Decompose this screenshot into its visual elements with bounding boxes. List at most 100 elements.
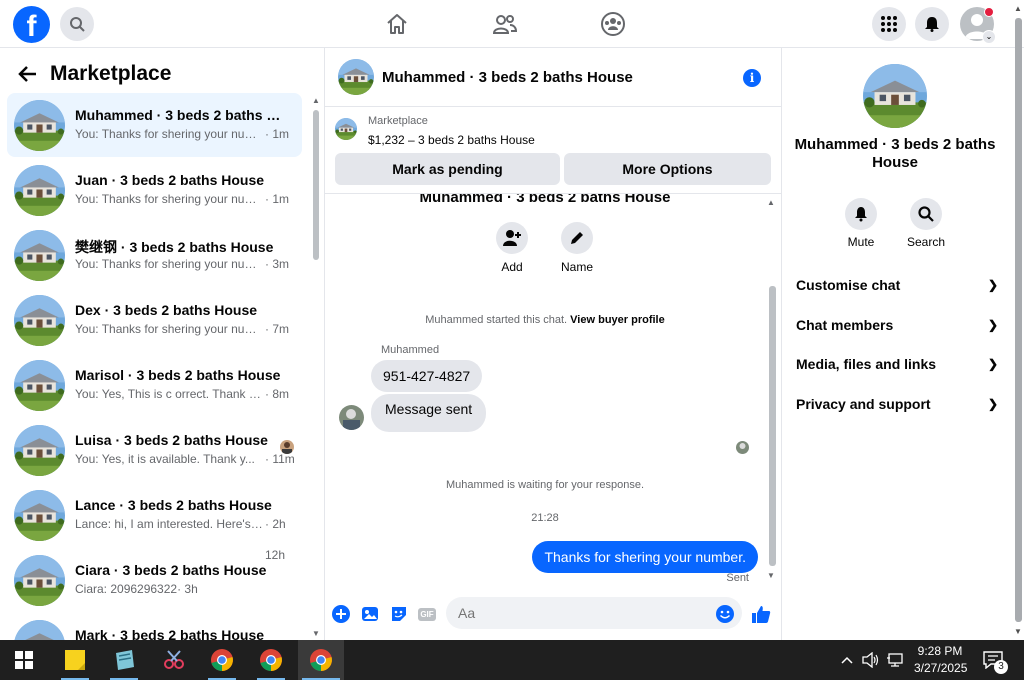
- add-person-icon: [496, 222, 528, 254]
- conversation-item[interactable]: Dex · 3 beds 2 baths House You: Thanks f…: [7, 288, 302, 352]
- seen-avatar: [736, 441, 749, 454]
- conversation-scrollbar[interactable]: ▲ ▼: [311, 96, 321, 638]
- conversation-preview: You: Yes, it is available. Thank y...: [75, 452, 255, 466]
- view-buyer-profile-link[interactable]: View buyer profile: [570, 314, 665, 326]
- privacy-support-row[interactable]: Privacy and support ❯: [796, 392, 998, 416]
- listing-thumbnail: [14, 555, 65, 606]
- search-label: Search: [906, 235, 946, 249]
- back-arrow-icon[interactable]: [18, 64, 38, 84]
- chevron-down-icon[interactable]: ⌄: [982, 30, 996, 44]
- chevron-down-icon: ❯: [987, 397, 998, 411]
- notifications-bell-icon[interactable]: [915, 7, 949, 41]
- marketplace-header: Marketplace: [18, 62, 171, 86]
- seen-avatar: [280, 440, 294, 454]
- message-input[interactable]: [446, 597, 742, 629]
- conversation-item[interactable]: Juan · 3 beds 2 baths House You: Thanks …: [7, 158, 302, 222]
- network-icon[interactable]: [884, 640, 906, 680]
- conversation-item[interactable]: Luisa · 3 beds 2 baths House You: Yes, i…: [7, 418, 302, 482]
- groups-icon[interactable]: [599, 10, 627, 38]
- conversation-name: Muhammed · 3 beds 2 baths House: [75, 107, 287, 123]
- conversation-time: · 1m: [265, 192, 289, 206]
- page-scrollbar[interactable]: ▲ ▼: [1012, 4, 1024, 636]
- snipping-tool-icon[interactable]: [154, 640, 194, 680]
- conversation-item[interactable]: Lance · 3 beds 2 baths House Lance: hi, …: [7, 483, 302, 547]
- chat-members-row[interactable]: Chat members ❯: [796, 313, 998, 337]
- mark-as-pending-button[interactable]: Mark as pending: [335, 153, 560, 185]
- pencil-icon: [561, 222, 593, 254]
- nickname-action[interactable]: Name: [547, 222, 607, 274]
- sticker-icon[interactable]: [389, 604, 409, 624]
- info-icon[interactable]: i: [743, 69, 761, 87]
- marketplace-label: Marketplace: [368, 115, 428, 127]
- windows-start-icon[interactable]: [4, 640, 44, 680]
- conversation-time: · 8m: [265, 387, 289, 401]
- conversation-time: · 2h: [265, 517, 286, 531]
- more-options-button[interactable]: More Options: [564, 153, 771, 185]
- chevron-down-icon: ❯: [987, 278, 998, 292]
- name-label: Name: [560, 260, 593, 274]
- chat-scrollbar[interactable]: ▲ ▼: [767, 198, 777, 580]
- system-clock[interactable]: 9:28 PM 3/27/2025: [914, 643, 967, 677]
- chrome-icon[interactable]: [202, 640, 242, 680]
- bell-icon: [845, 198, 877, 230]
- mute-action[interactable]: Mute: [831, 198, 891, 249]
- conversation-name: Luisa · 3 beds 2 baths House: [75, 432, 268, 448]
- volume-icon[interactable]: [860, 640, 882, 680]
- search-icon: [910, 198, 942, 230]
- conversation-preview: You: Thanks for shering your num...: [75, 192, 263, 206]
- outgoing-message[interactable]: Thanks for shering your number.: [532, 541, 758, 573]
- chevron-up-icon[interactable]: [838, 640, 856, 680]
- chrome-icon[interactable]: [298, 640, 344, 680]
- conversation-item[interactable]: Mark · 3 beds 2 baths House: [7, 613, 302, 640]
- listing-thumbnail: [14, 425, 65, 476]
- listing-thumbnail: [14, 620, 65, 640]
- plus-circle-icon[interactable]: [331, 604, 351, 624]
- incoming-message[interactable]: 951-427-4827: [371, 360, 483, 392]
- sticky-notes-icon[interactable]: [55, 640, 95, 680]
- message-thread: Muhammed · 3 beds 2 baths House Add Name…: [325, 194, 781, 584]
- conversation-item[interactable]: Muhammed · 3 beds 2 baths House You: Tha…: [7, 93, 302, 157]
- app-icon[interactable]: [104, 640, 144, 680]
- media-files-links-row[interactable]: Media, files and links ❯: [796, 352, 998, 376]
- incoming-message[interactable]: Message sent: [371, 394, 487, 432]
- chat-title[interactable]: Muhammed · 3 beds 2 baths House: [382, 69, 633, 86]
- listing-thumbnail: [14, 295, 65, 346]
- conversation-item[interactable]: 12h Ciara · 3 beds 2 baths House Ciara: …: [7, 548, 302, 612]
- top-navigation-bar: f ⌄: [0, 0, 1024, 48]
- listing-price[interactable]: $1,232 – 3 beds 2 baths House: [368, 133, 535, 147]
- conversation-time: · 3m: [265, 257, 289, 271]
- conversation-item[interactable]: Marisol · 3 beds 2 baths House You: Yes,…: [7, 353, 302, 417]
- friends-icon[interactable]: [491, 10, 519, 38]
- notification-center-icon[interactable]: 3: [978, 640, 1008, 680]
- chat-avatar-large[interactable]: [863, 64, 927, 128]
- conversation-name: Lance · 3 beds 2 baths House: [75, 497, 272, 513]
- search-icon[interactable]: [60, 7, 94, 41]
- message-timestamp: 21:28: [531, 512, 559, 524]
- conversation-name: Marisol · 3 beds 2 baths House: [75, 367, 281, 383]
- conversation-preview: Ciara: 2096296322· 3h: [75, 582, 198, 596]
- add-contact-action[interactable]: Add: [482, 222, 542, 274]
- menu-grid-icon[interactable]: [872, 7, 906, 41]
- emoji-icon[interactable]: [715, 604, 735, 624]
- facebook-logo[interactable]: f: [13, 6, 50, 43]
- chat-details-title: Muhammed · 3 beds 2 baths House: [794, 136, 996, 171]
- chevron-down-icon: ❯: [987, 357, 998, 371]
- message-composer: GIF: [325, 594, 781, 634]
- search-action[interactable]: Search: [896, 198, 956, 249]
- conversation-time-top: 12h: [265, 548, 286, 562]
- home-icon[interactable]: [383, 10, 411, 38]
- windows-taskbar: 9:28 PM 3/27/2025 3: [0, 640, 1024, 680]
- chat-avatar[interactable]: [338, 59, 374, 95]
- listing-thumbnail: [14, 100, 65, 151]
- mute-label: Mute: [847, 235, 875, 249]
- listing-thumbnail: [14, 165, 65, 216]
- conversation-list-panel: Marketplace Muhammed · 3 beds 2 baths Ho…: [0, 48, 324, 640]
- image-icon[interactable]: [360, 604, 380, 624]
- customise-chat-row[interactable]: Customise chat ❯: [796, 273, 998, 297]
- thumbs-up-icon[interactable]: [751, 604, 771, 624]
- conversation-item[interactable]: 樊继钢 · 3 beds 2 baths House You: Thanks f…: [7, 223, 302, 287]
- gif-icon[interactable]: GIF: [417, 604, 437, 624]
- chrome-icon[interactable]: [251, 640, 291, 680]
- chevron-down-icon: ❯: [987, 318, 998, 332]
- waiting-notice: Muhammed is waiting for your response.: [445, 479, 645, 491]
